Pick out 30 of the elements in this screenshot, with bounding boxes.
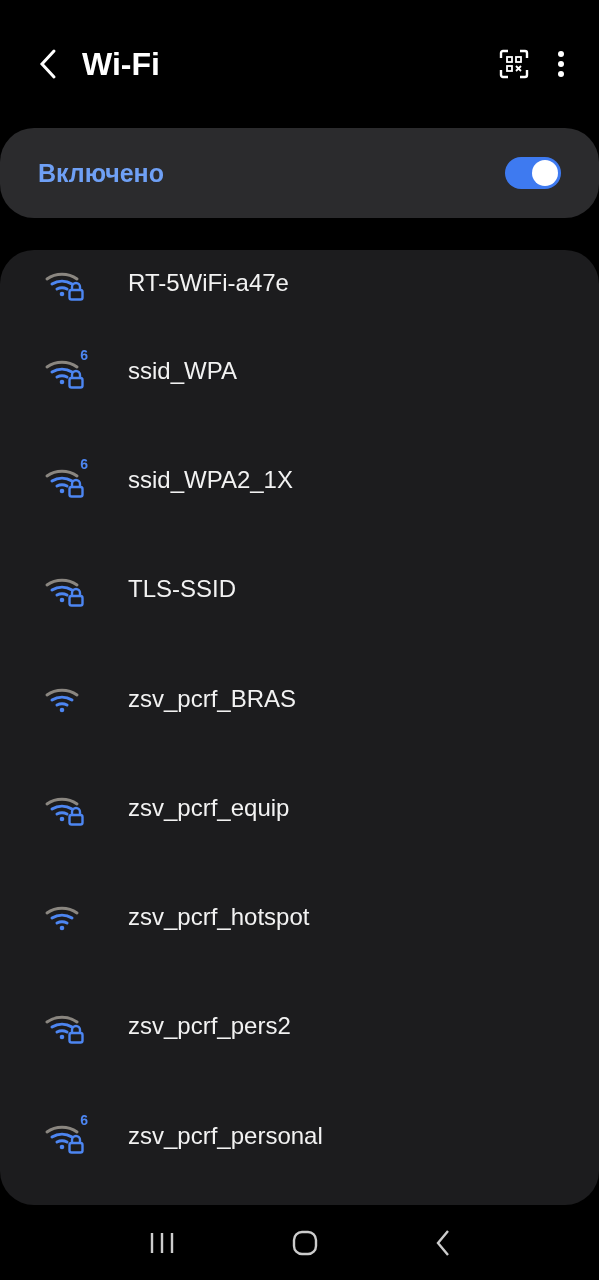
network-item[interactable]: zsv_pcrf_pers2 <box>0 971 599 1082</box>
nav-back-icon <box>434 1228 451 1257</box>
network-name: ssid_WPA <box>128 356 237 385</box>
switch-label: Включено <box>38 158 164 188</box>
network-item[interactable]: TLS-SSID <box>0 534 599 644</box>
network-item[interactable]: zsv_pcrf_equip <box>0 753 599 863</box>
network-name: zsv_pcrf_equip <box>128 793 290 822</box>
network-item[interactable]: RT-5WiFi-a47e <box>0 250 599 316</box>
network-item[interactable]: zsv_pcrf_BRAS <box>0 643 599 754</box>
network-name: zsv_pcrf_personal <box>128 1121 323 1150</box>
network-item[interactable]: zsv_pcrf_hotspot <box>0 862 599 972</box>
more-icon <box>557 50 565 78</box>
network-name: ssid_WPA2_1X <box>128 465 293 494</box>
network-item[interactable]: 6 ssid_WPA2_1X <box>0 425 599 535</box>
network-name: zsv_pcrf_BRAS <box>128 684 297 713</box>
wifi6-label: 6 <box>80 346 88 363</box>
wifi6-label: 6 <box>80 455 88 472</box>
home-icon <box>291 1229 318 1256</box>
recent-apps-icon <box>148 1230 175 1255</box>
wifi-toggle[interactable] <box>505 157 561 189</box>
network-name: zsv_pcrf_pers2 <box>128 1012 291 1041</box>
page-title: Wi-Fi <box>82 45 161 83</box>
wifi6-label: 6 <box>80 1111 88 1128</box>
network-name: TLS-SSID <box>128 575 237 604</box>
network-item[interactable]: 6 ssid_WPA <box>0 316 599 426</box>
network-item[interactable]: 6 zsv_pcrf_personal <box>0 1081 599 1191</box>
network-name: RT-5WiFi-a47e <box>128 269 289 297</box>
qr-scan-icon <box>499 49 529 79</box>
network-name: zsv_pcrf_hotspot <box>128 903 310 932</box>
back-icon <box>38 48 58 80</box>
